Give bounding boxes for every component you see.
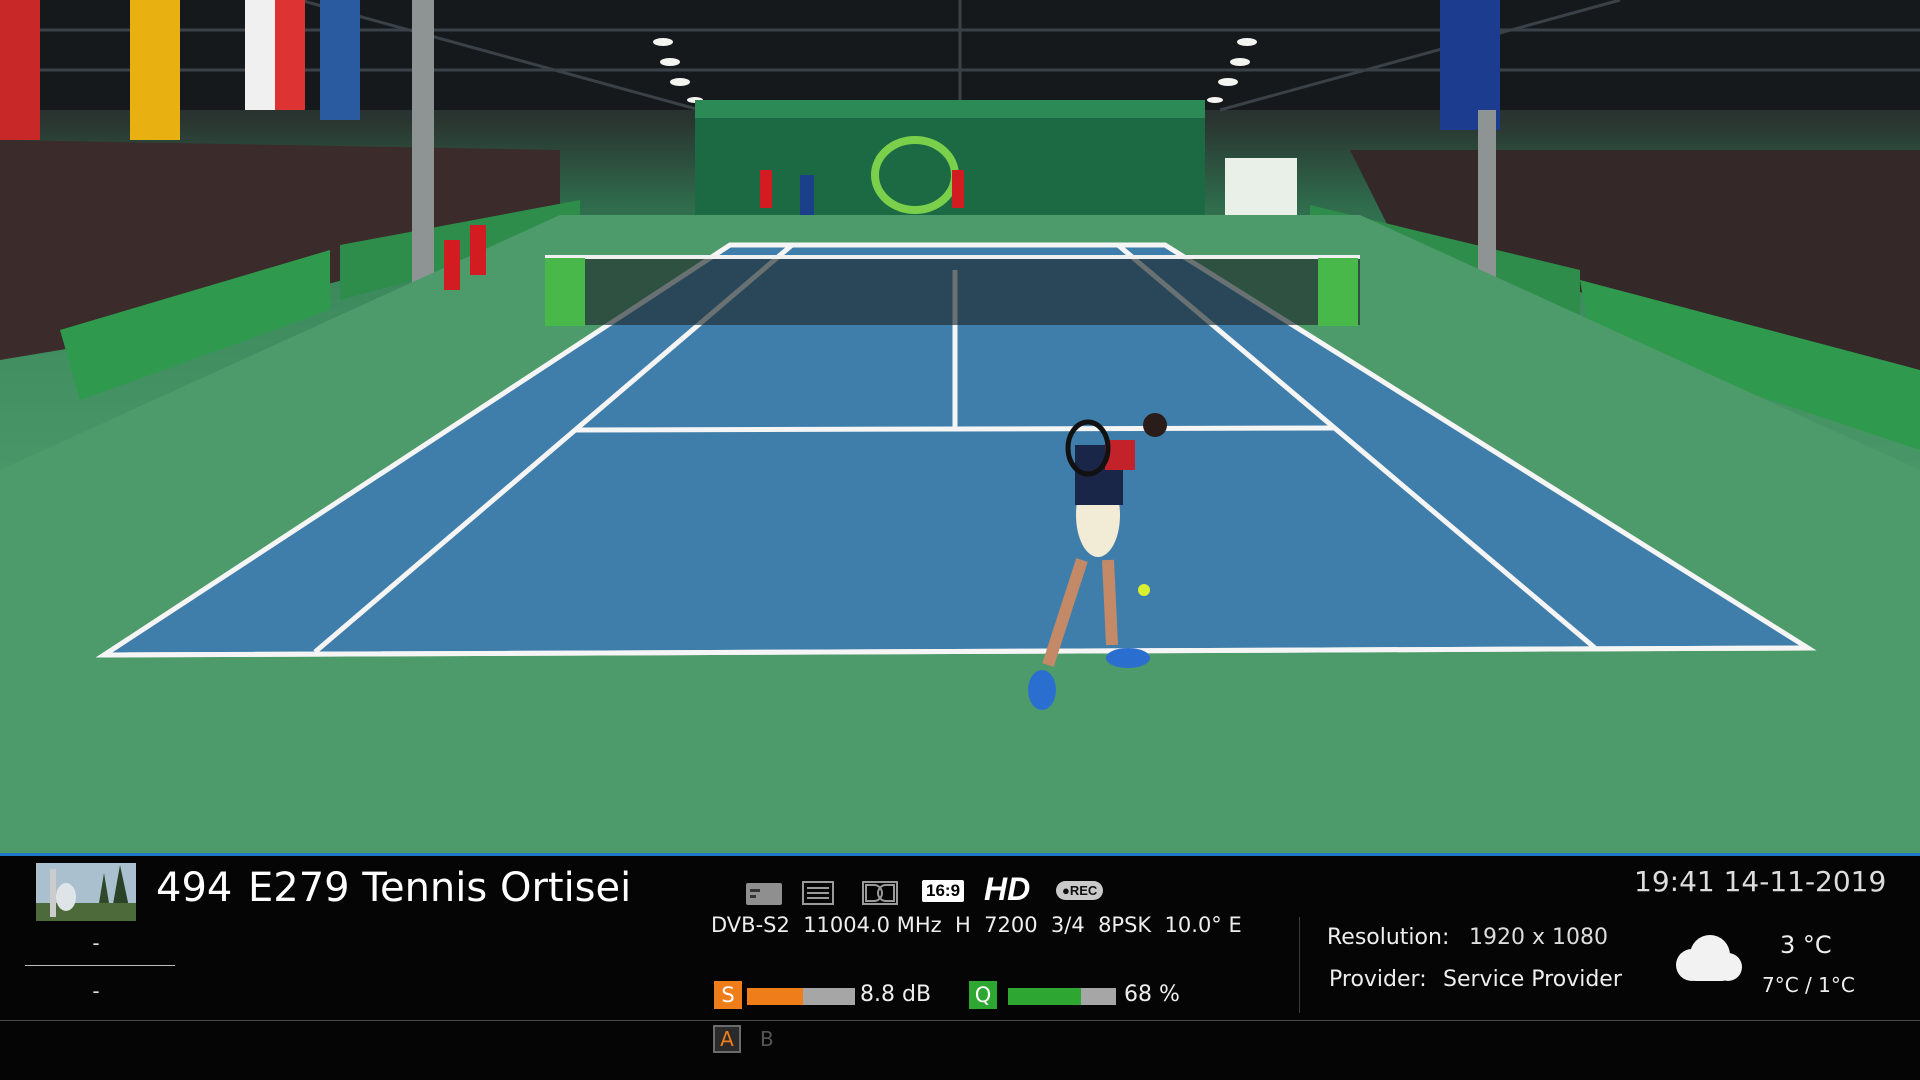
infobar-separator <box>1299 917 1300 1013</box>
channel-name: E279 Tennis Ortisei <box>248 865 632 911</box>
resolution-value: 1920 x 1080 <box>1469 925 1608 950</box>
clock-date: 19:41 14-11-2019 <box>1634 865 1887 898</box>
quality-label: Q <box>969 981 997 1009</box>
provider-label: Provider: <box>1329 967 1427 992</box>
rec-icon: ●REC <box>1056 881 1104 900</box>
audio-track-a[interactable]: A <box>713 1025 741 1053</box>
tuner-info: DVB-S2 11004.0 MHz H 7200 3/4 8PSK 10.0°… <box>711 913 1242 937</box>
event-next: - <box>92 979 100 1003</box>
quality-value: 68 % <box>1124 982 1180 1007</box>
snr-value: 8.8 dB <box>860 982 932 1007</box>
snr-bar-fill <box>747 988 804 1005</box>
dolby-icon <box>862 881 898 905</box>
infobar-accent-line <box>0 853 1920 856</box>
hd-icon: HD <box>984 871 1031 907</box>
temperature-range: 7°C / 1°C <box>1762 973 1855 997</box>
aspect-16-9-icon: 16:9 <box>922 880 965 902</box>
channel-infobar: 494 E279 Tennis Ortisei - - 16:9 HD ●REC… <box>0 853 1920 1080</box>
cloud-icon <box>1676 935 1742 981</box>
resolution-label: Resolution: <box>1327 925 1450 950</box>
channel-number: 494 <box>156 865 233 911</box>
channel-picon <box>36 863 136 921</box>
channel-picon-image <box>36 863 136 921</box>
teletext-icon <box>802 881 834 905</box>
event-divider <box>25 965 175 966</box>
temperature-current: 3 °C <box>1780 931 1832 959</box>
snr-label: S <box>714 981 742 1009</box>
provider-value: Service Provider <box>1443 967 1622 992</box>
audio-track-b[interactable]: B <box>760 1025 774 1053</box>
tennis-court-scene <box>0 0 1920 853</box>
snr-bar <box>747 988 855 1005</box>
subtitle-icon <box>746 883 782 905</box>
event-now: - <box>92 931 100 955</box>
quality-bar-fill <box>1008 988 1082 1005</box>
infobar-divider <box>0 1020 1920 1021</box>
video-frame <box>0 0 1920 853</box>
quality-bar <box>1008 988 1116 1005</box>
